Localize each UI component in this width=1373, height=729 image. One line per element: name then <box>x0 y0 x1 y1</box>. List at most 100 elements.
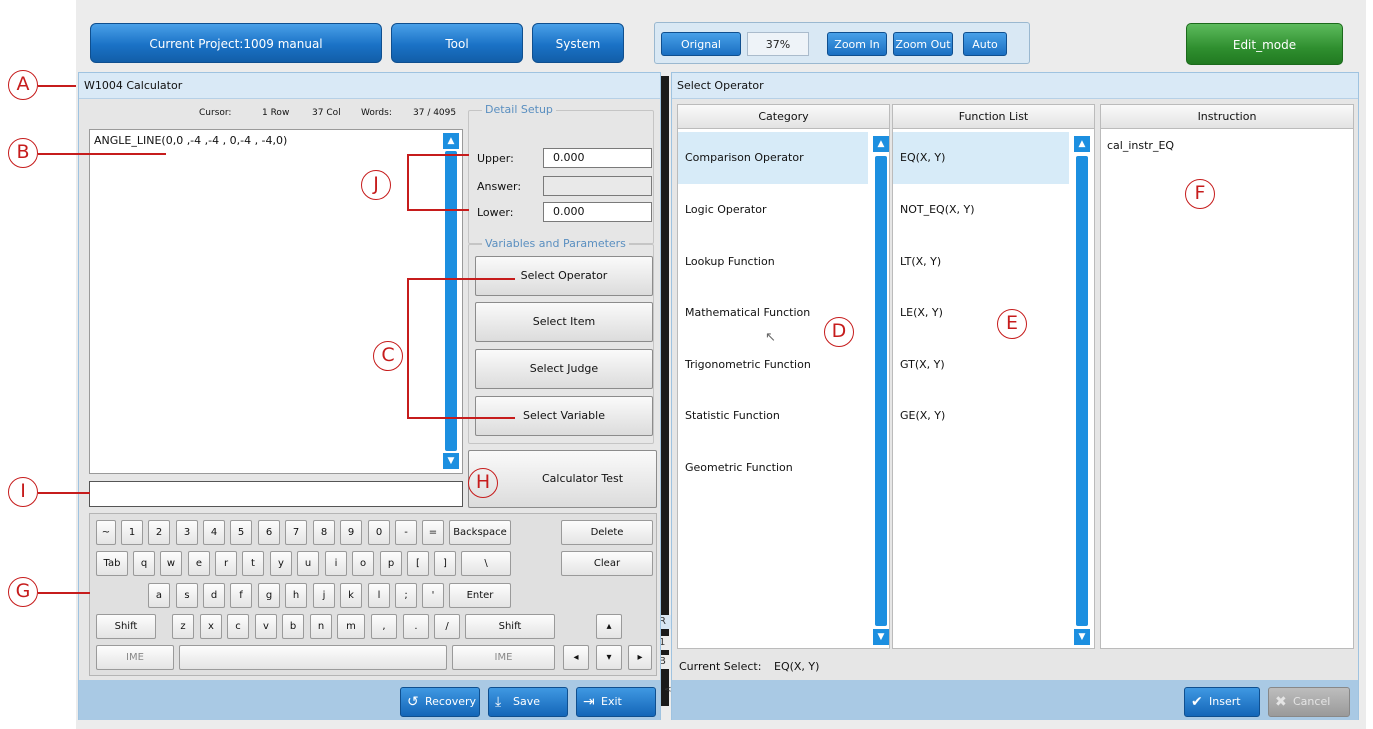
select-operator-button[interactable]: Select Operator <box>475 256 653 296</box>
key-l[interactable]: l <box>368 583 390 608</box>
key-minus[interactable]: - <box>395 520 417 545</box>
editor-scrollbar[interactable]: ▲ ▼ <box>443 133 459 469</box>
cancel-button[interactable]: ✖ Cancel <box>1268 687 1350 717</box>
key-shift-right[interactable]: Shift <box>465 614 555 639</box>
current-project-button[interactable]: Current Project:1009 manual <box>90 23 382 63</box>
auto-zoom-button[interactable]: Auto <box>963 32 1007 56</box>
category-item-comparison[interactable]: Comparison Operator <box>678 132 868 184</box>
key-quote[interactable]: ' <box>422 583 444 608</box>
key-arrow-left[interactable]: ◂ <box>563 645 589 670</box>
key-r[interactable]: r <box>215 551 237 576</box>
select-judge-button[interactable]: Select Judge <box>475 349 653 389</box>
function-item-not-eq[interactable]: NOT_EQ(X, Y) <box>893 184 1069 236</box>
scroll-thumb[interactable] <box>1076 156 1088 626</box>
key-clear[interactable]: Clear <box>561 551 653 576</box>
edit-mode-button[interactable]: Edit_mode <box>1186 23 1343 65</box>
zoom-out-button[interactable]: Zoom Out <box>893 32 953 56</box>
key-c[interactable]: c <box>227 614 249 639</box>
function-item-lt[interactable]: LT(X, Y) <box>893 236 1069 288</box>
key-backslash[interactable]: \ <box>461 551 511 576</box>
key-g[interactable]: g <box>258 583 280 608</box>
category-item-geometric[interactable]: Geometric Function <box>678 442 868 494</box>
category-item-logic[interactable]: Logic Operator <box>678 184 868 236</box>
key-backspace[interactable]: Backspace <box>449 520 511 545</box>
key-1[interactable]: 1 <box>121 520 143 545</box>
key-s[interactable]: s <box>176 583 198 608</box>
key-i[interactable]: i <box>325 551 347 576</box>
scroll-thumb[interactable] <box>875 156 887 626</box>
key-ime-right[interactable]: IME <box>452 645 555 670</box>
key-q[interactable]: q <box>133 551 155 576</box>
key-v[interactable]: v <box>255 614 277 639</box>
key-period[interactable]: . <box>403 614 429 639</box>
key-u[interactable]: u <box>297 551 319 576</box>
key-k[interactable]: k <box>340 583 362 608</box>
key-enter[interactable]: Enter <box>449 583 511 608</box>
key-a[interactable]: a <box>148 583 170 608</box>
key-f[interactable]: f <box>230 583 252 608</box>
key-o[interactable]: o <box>352 551 374 576</box>
key-e[interactable]: e <box>188 551 210 576</box>
key-ime-left[interactable]: IME <box>96 645 174 670</box>
key-9[interactable]: 9 <box>340 520 362 545</box>
key-3[interactable]: 3 <box>176 520 198 545</box>
key-right-bracket[interactable]: ] <box>434 551 456 576</box>
key-z[interactable]: z <box>172 614 194 639</box>
key-w[interactable]: w <box>160 551 182 576</box>
insert-button[interactable]: ✔ Insert <box>1184 687 1260 717</box>
key-x[interactable]: x <box>200 614 222 639</box>
key-t[interactable]: t <box>242 551 264 576</box>
key-m[interactable]: m <box>337 614 365 639</box>
key-comma[interactable]: , <box>371 614 397 639</box>
original-size-button[interactable]: Orignal <box>661 32 741 56</box>
key-h[interactable]: h <box>285 583 307 608</box>
key-shift-left[interactable]: Shift <box>96 614 156 639</box>
key-6[interactable]: 6 <box>258 520 280 545</box>
save-button[interactable]: ⤓ Save <box>488 687 568 717</box>
key-arrow-up[interactable]: ▴ <box>596 614 622 639</box>
function-item-le[interactable]: LE(X, Y) <box>893 287 1069 339</box>
key-semicolon[interactable]: ; <box>395 583 417 608</box>
key-0[interactable]: 0 <box>368 520 390 545</box>
scroll-up-icon[interactable]: ▲ <box>443 133 459 149</box>
exit-button[interactable]: ⇥ Exit <box>576 687 656 717</box>
key-4[interactable]: 4 <box>203 520 225 545</box>
key-tab[interactable]: Tab <box>96 551 128 576</box>
key-left-bracket[interactable]: [ <box>407 551 429 576</box>
key-b[interactable]: b <box>282 614 304 639</box>
zoom-in-button[interactable]: Zoom In <box>827 32 887 56</box>
select-variable-button[interactable]: Select Variable <box>475 396 653 436</box>
scroll-thumb[interactable] <box>445 151 457 451</box>
calculator-input[interactable] <box>89 481 463 507</box>
category-item-statistic[interactable]: Statistic Function <box>678 390 868 442</box>
function-item-gt[interactable]: GT(X, Y) <box>893 339 1069 391</box>
key-7[interactable]: 7 <box>285 520 307 545</box>
key-equals[interactable]: = <box>422 520 444 545</box>
function-item-ge[interactable]: GE(X, Y) <box>893 390 1069 442</box>
key-arrow-right[interactable]: ▸ <box>628 645 652 670</box>
function-item-eq[interactable]: EQ(X, Y) <box>893 132 1069 184</box>
key-5[interactable]: 5 <box>230 520 252 545</box>
key-space[interactable] <box>179 645 447 670</box>
category-scrollbar[interactable]: ▲ ▼ <box>873 136 889 646</box>
function-scrollbar[interactable]: ▲ ▼ <box>1074 136 1090 646</box>
system-button[interactable]: System <box>532 23 624 63</box>
scroll-down-icon[interactable]: ▼ <box>873 629 889 645</box>
scroll-up-icon[interactable]: ▲ <box>1074 136 1090 152</box>
upper-input[interactable]: 0.000 <box>543 148 652 168</box>
scroll-down-icon[interactable]: ▼ <box>1074 629 1090 645</box>
key-delete[interactable]: Delete <box>561 520 653 545</box>
key-8[interactable]: 8 <box>313 520 335 545</box>
key-n[interactable]: n <box>310 614 332 639</box>
recovery-button[interactable]: ↺ Recovery <box>400 687 480 717</box>
key-j[interactable]: j <box>313 583 335 608</box>
key-y[interactable]: y <box>270 551 292 576</box>
category-item-lookup[interactable]: Lookup Function <box>678 236 868 288</box>
select-item-button[interactable]: Select Item <box>475 302 653 342</box>
key-tilde[interactable]: ~ <box>96 520 116 545</box>
key-arrow-down[interactable]: ▾ <box>596 645 622 670</box>
scroll-down-icon[interactable]: ▼ <box>443 453 459 469</box>
key-d[interactable]: d <box>203 583 225 608</box>
key-slash[interactable]: / <box>434 614 460 639</box>
tool-button[interactable]: Tool <box>391 23 523 63</box>
